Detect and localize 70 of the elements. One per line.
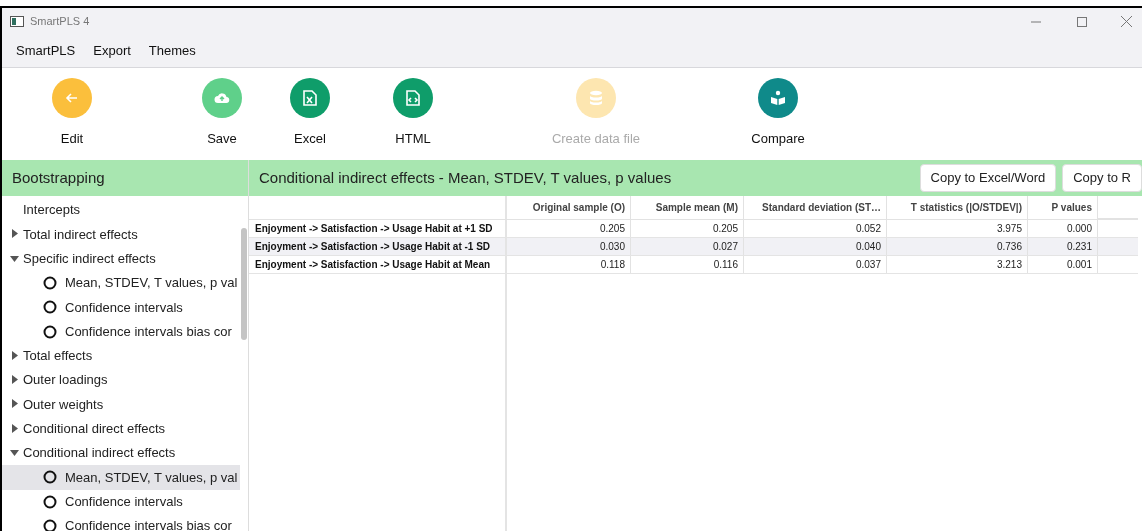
cloud-upload-icon — [214, 92, 230, 104]
caret-down-icon[interactable] — [10, 255, 19, 262]
circle-icon — [43, 276, 57, 291]
table-cell: 0.205 — [631, 220, 744, 237]
table-cell: 0.736 — [887, 238, 1028, 255]
table-cell: 0.231 — [1028, 238, 1098, 255]
table-cell: 0.118 — [507, 256, 631, 273]
table-cell: 0.030 — [507, 238, 631, 255]
column-header[interactable]: Sample mean (M) — [631, 196, 744, 219]
column-header[interactable]: Original sample (O) — [507, 196, 631, 219]
table-cell: 3.213 — [887, 256, 1028, 273]
toolbar-button[interactable]: HTML — [383, 78, 443, 149]
toolbar-button[interactable]: Edit — [42, 78, 102, 149]
tree-item[interactable]: Outer loadings — [2, 368, 240, 393]
tree-item[interactable]: Conditional direct effects — [2, 416, 240, 441]
close-icon[interactable] — [1121, 16, 1132, 27]
table-cell: 3.975 — [887, 220, 1028, 237]
table-cell: 0.000 — [1028, 220, 1098, 237]
table-cell: 0.052 — [744, 220, 887, 237]
toolbar-button[interactable]: Save — [192, 78, 252, 149]
copy-button[interactable]: Copy to R — [1062, 164, 1142, 192]
row-label: Enjoyment -> Satisfaction -> Usage Habit at Mean — [249, 256, 507, 273]
toolbar-button[interactable]: Excel — [280, 78, 340, 149]
spreadsheet-file-icon — [303, 90, 317, 106]
toolbar-button[interactable]: Compare — [748, 78, 808, 149]
arrow-left-icon — [65, 91, 79, 105]
circle-icon — [43, 324, 57, 339]
circle-icon — [43, 494, 57, 509]
table-cell: 0.205 — [507, 220, 631, 237]
menu-item[interactable]: Export — [93, 41, 131, 61]
tree-item[interactable]: Mean, STDEV, T values, p val — [2, 270, 240, 296]
caret-right-icon[interactable] — [12, 423, 18, 433]
caret-right-icon[interactable] — [12, 375, 18, 385]
column-header[interactable]: P values — [1028, 196, 1098, 219]
tree-item[interactable]: Conditional indirect effects — [2, 440, 240, 466]
scrollbar-thumb[interactable] — [241, 228, 247, 340]
tree-item[interactable]: Intercepts — [2, 198, 240, 223]
tree-item[interactable]: Total effects — [2, 343, 240, 369]
tree-item[interactable]: Total indirect effects — [2, 222, 240, 247]
tree-item[interactable]: Specific indirect effects — [2, 246, 240, 271]
window-title: SmartPLS 4 — [30, 14, 90, 30]
menu-item[interactable]: SmartPLS — [16, 41, 76, 61]
table-cell: 0.027 — [631, 238, 744, 255]
column-header[interactable]: T statistics (|O/STDEV|) — [887, 196, 1028, 219]
code-file-icon — [406, 90, 420, 106]
table-cell: 0.040 — [744, 238, 887, 255]
tree-item[interactable]: Confidence intervals bias cor — [2, 513, 240, 531]
caret-down-icon[interactable] — [10, 449, 19, 456]
tree-item[interactable]: Confidence intervals bias cor — [2, 319, 240, 344]
column-header[interactable]: Standard deviation (ST… — [744, 196, 887, 219]
tree-item[interactable]: Confidence intervals — [2, 295, 240, 320]
tree-item[interactable]: Confidence intervals — [2, 489, 240, 514]
table-cell: 0.001 — [1028, 256, 1098, 273]
caret-right-icon[interactable] — [12, 350, 18, 360]
copy-button[interactable]: Copy to Excel/Word — [919, 164, 1057, 192]
app-icon — [10, 16, 24, 27]
maximize-icon[interactable] — [1077, 16, 1087, 27]
table-cell: 0.037 — [744, 256, 887, 273]
circle-icon — [43, 300, 57, 315]
sidebar-header: Bootstrapping — [2, 160, 248, 196]
database-icon — [589, 90, 603, 106]
menu-item[interactable]: Themes — [148, 41, 196, 61]
caret-right-icon[interactable] — [12, 399, 18, 409]
circle-icon — [43, 470, 57, 485]
caret-right-icon[interactable] — [12, 229, 18, 239]
tree-item[interactable]: Mean, STDEV, T values, p val — [2, 465, 240, 490]
table-cell: 0.116 — [631, 256, 744, 273]
tree-item[interactable]: Outer weights — [2, 392, 240, 417]
panel-title: Conditional indirect effects - Mean, STDEV, T values, p values — [259, 167, 673, 188]
book-reader-icon — [770, 90, 786, 106]
